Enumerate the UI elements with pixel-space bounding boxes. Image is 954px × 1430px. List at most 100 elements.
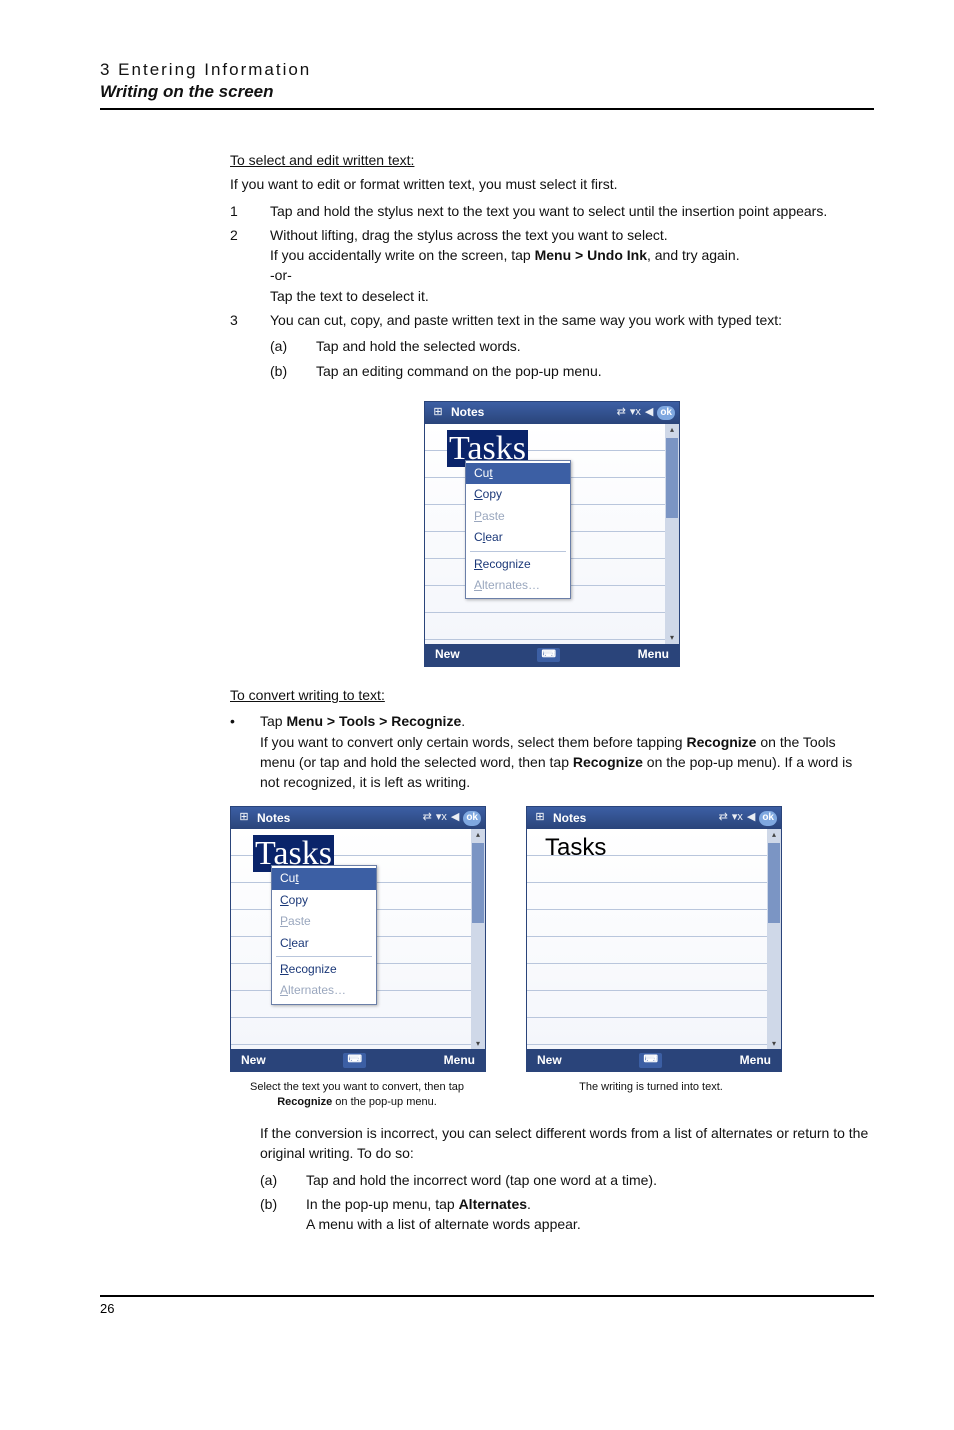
keyboard-icon[interactable]: ⌨: [639, 1053, 661, 1068]
bullet-icon: •: [230, 711, 250, 792]
step-3b-text: Tap an editing command on the pop-up men…: [316, 361, 874, 381]
afterfig-b-instruction: In the pop-up menu, tap Alternates.: [306, 1194, 874, 1214]
ok-button[interactable]: ok: [759, 811, 777, 826]
menu-button[interactable]: Menu: [638, 646, 669, 663]
afterfig-intro: If the conversion is incorrect, you can …: [260, 1123, 874, 1164]
app-title: Notes: [553, 810, 586, 827]
menu-item-clear[interactable]: Clear: [466, 527, 570, 548]
keyboard-icon[interactable]: ⌨: [537, 648, 559, 663]
conv-para-pre: If you want to convert only certain word…: [260, 734, 686, 750]
connectivity-icon: ⇄: [719, 810, 728, 826]
convert-instruction: Tap Menu > Tools > Recognize.: [260, 711, 874, 731]
scroll-down-icon[interactable]: ▾: [772, 1038, 776, 1050]
step-number-1: 1: [230, 201, 260, 221]
cap1-post: on the pop-up menu.: [332, 1096, 437, 1108]
signal-icon: ▾x: [436, 810, 447, 826]
scroll-down-icon[interactable]: ▾: [670, 632, 674, 644]
menu-item-paste: Paste: [272, 911, 376, 932]
new-button[interactable]: New: [537, 1052, 562, 1069]
converted-text: Tasks: [545, 831, 606, 866]
afterfig-b-label: (b): [260, 1194, 296, 1235]
context-menu: Cut Copy Paste Clear Recognize Alternate…: [465, 460, 571, 599]
start-flag-icon: ⊞: [531, 810, 549, 826]
menu-item-copy[interactable]: Copy: [466, 484, 570, 505]
menu-path-undo-ink: Menu > Undo Ink: [535, 247, 647, 263]
af-b-pre: In the pop-up menu, tap: [306, 1196, 459, 1212]
app-footer: New ⌨ Menu: [425, 644, 679, 666]
vertical-scrollbar[interactable]: ▴ ▾: [471, 829, 485, 1049]
step-3b-label: (b): [270, 361, 306, 381]
menu-item-alternates: Alternates…: [272, 980, 376, 1001]
conv-post: .: [461, 713, 465, 729]
app-titlebar: ⊞ Notes ⇄ ▾x ◀ ok: [527, 807, 781, 829]
afterfig-a-label: (a): [260, 1170, 296, 1190]
convert-paragraph: If you want to convert only certain word…: [260, 732, 874, 793]
signal-icon: ▾x: [732, 810, 743, 826]
caption-left: Select the text you want to convert, the…: [230, 1080, 484, 1109]
menu-button[interactable]: Menu: [444, 1052, 475, 1069]
recognize-bold-2: Recognize: [573, 754, 643, 770]
volume-icon: ◀: [645, 405, 653, 421]
intro-text: If you want to edit or format written te…: [230, 174, 874, 194]
step-number-2: 2: [230, 225, 260, 306]
scroll-up-icon[interactable]: ▴: [476, 829, 480, 841]
app-titlebar: ⊞ Notes ⇄ ▾x ◀ ok: [231, 807, 485, 829]
menu-item-copy[interactable]: Copy: [272, 890, 376, 911]
step-3-block: You can cut, copy, and paste written tex…: [270, 310, 874, 387]
conv-pre: Tap: [260, 713, 286, 729]
menu-path-recognize: Menu > Tools > Recognize: [286, 713, 461, 729]
step-2-block: Without lifting, drag the stylus across …: [270, 225, 874, 306]
subsection-select-edit: To select and edit written text:: [230, 150, 874, 170]
menu-item-recognize[interactable]: Recognize: [466, 554, 570, 575]
cap1-bold: Recognize: [277, 1096, 332, 1108]
menu-item-recognize[interactable]: Recognize: [272, 959, 376, 980]
new-button[interactable]: New: [241, 1052, 266, 1069]
app-title: Notes: [257, 810, 290, 827]
menu-item-clear[interactable]: Clear: [272, 933, 376, 954]
new-button[interactable]: New: [435, 646, 460, 663]
app-titlebar: ⊞ Notes ⇄ ▾x ◀ ok: [425, 402, 679, 424]
context-menu-separator: [470, 551, 566, 552]
vertical-scrollbar[interactable]: ▴ ▾: [665, 424, 679, 644]
scroll-up-icon[interactable]: ▴: [670, 424, 674, 436]
scroll-up-icon[interactable]: ▴: [772, 829, 776, 841]
screenshot-edit-menu: ⊞ Notes ⇄ ▾x ◀ ok Tasks Cut Copy: [424, 401, 680, 667]
context-menu-separator: [276, 956, 372, 957]
step-2-line2-post: , and try again.: [647, 247, 740, 263]
page-header: 3 Entering Information Writing on the sc…: [100, 60, 874, 110]
vertical-scrollbar[interactable]: ▴ ▾: [767, 829, 781, 1049]
connectivity-icon: ⇄: [423, 810, 432, 826]
menu-item-cut[interactable]: Cut: [272, 868, 376, 889]
scroll-down-icon[interactable]: ▾: [476, 1038, 480, 1050]
volume-icon: ◀: [747, 810, 755, 826]
step-2-line4: Tap the text to deselect it.: [270, 286, 874, 306]
menu-item-alternates: Alternates…: [466, 575, 570, 596]
ok-button[interactable]: ok: [657, 406, 675, 421]
keyboard-icon[interactable]: ⌨: [343, 1053, 365, 1068]
menu-button[interactable]: Menu: [740, 1052, 771, 1069]
scroll-thumb[interactable]: [472, 843, 484, 923]
step-3a-text: Tap and hold the selected words.: [316, 336, 874, 356]
ok-button[interactable]: ok: [463, 811, 481, 826]
alternates-bold: Alternates: [459, 1196, 527, 1212]
signal-icon: ▾x: [630, 405, 641, 421]
start-flag-icon: ⊞: [235, 810, 253, 826]
start-flag-icon: ⊞: [429, 405, 447, 421]
afterfig-a-text: Tap and hold the incorrect word (tap one…: [306, 1170, 874, 1190]
step-2-line2-pre: If you accidentally write on the screen,…: [270, 247, 535, 263]
screenshot-before-recognize: ⊞ Notes ⇄ ▾x ◀ ok Tasks Cut Copy: [230, 806, 486, 1072]
step-3a-label: (a): [270, 336, 306, 356]
step-2-line2: If you accidentally write on the screen,…: [270, 245, 874, 265]
afterfig-b-result: A menu with a list of alternate words ap…: [306, 1214, 874, 1234]
page-number: 26: [100, 1301, 114, 1316]
section-title: Writing on the screen: [100, 82, 874, 102]
recognize-bold-1: Recognize: [686, 734, 756, 750]
scroll-thumb[interactable]: [666, 438, 678, 518]
step-3-text: You can cut, copy, and paste written tex…: [270, 310, 874, 330]
caption-right: The writing is turned into text.: [524, 1080, 778, 1109]
convert-block: Tap Menu > Tools > Recognize. If you wan…: [260, 711, 874, 792]
app-footer: New ⌨ Menu: [527, 1049, 781, 1071]
menu-item-cut[interactable]: Cut: [466, 463, 570, 484]
step-number-3: 3: [230, 310, 260, 387]
scroll-thumb[interactable]: [768, 843, 780, 923]
